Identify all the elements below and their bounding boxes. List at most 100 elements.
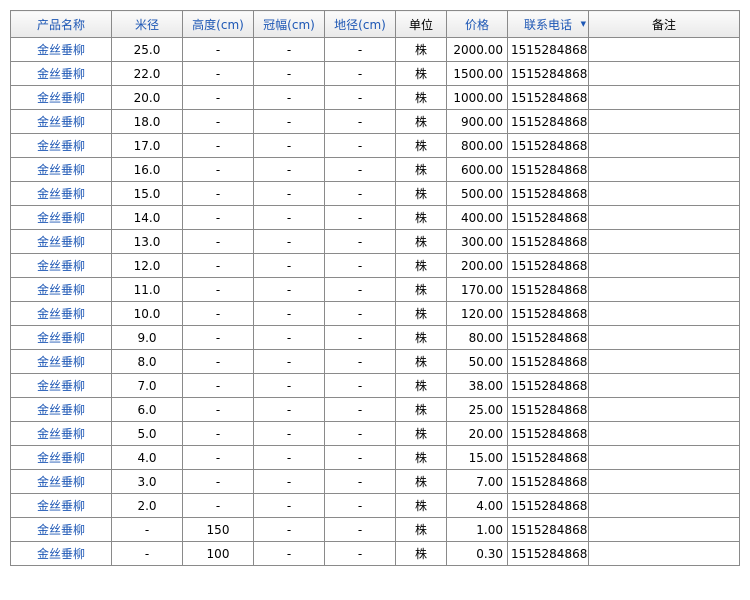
cell-diameter: 17.0 (111, 133, 183, 158)
price-table: 产品名称 米径 高度(cm) 冠幅(cm) 地径(cm) 单位 价格 联系电话 … (10, 10, 740, 566)
cell-crown: - (253, 541, 325, 566)
cell-price: 80.00 (446, 325, 508, 350)
cell-diameter: 6.0 (111, 397, 183, 422)
cell-product-name[interactable]: 金丝垂柳 (10, 109, 112, 134)
table-row: 金丝垂柳 10.0- - - 株 120.00 15152848688 (10, 301, 740, 326)
column-header-height[interactable]: 高度(cm) (182, 10, 254, 38)
cell-product-name[interactable]: 金丝垂柳 (10, 229, 112, 254)
cell-crown: - (253, 37, 325, 62)
cell-product-name[interactable]: 金丝垂柳 (10, 421, 112, 446)
cell-price: 900.00 (446, 109, 508, 134)
cell-phone: 15152848688 (507, 397, 589, 422)
cell-ground-diameter: - (324, 541, 396, 566)
table-row: 金丝垂柳 18.0- - - 株 900.00 15152848688 (10, 109, 740, 134)
cell-product-name[interactable]: 金丝垂柳 (10, 373, 112, 398)
cell-phone: 15152848688 (507, 205, 589, 230)
cell-product-name[interactable]: 金丝垂柳 (10, 301, 112, 326)
table-header-row: 产品名称 米径 高度(cm) 冠幅(cm) 地径(cm) 单位 价格 联系电话 … (10, 10, 740, 38)
cell-product-name[interactable]: 金丝垂柳 (10, 277, 112, 302)
cell-product-name[interactable]: 金丝垂柳 (10, 493, 112, 518)
cell-remark (588, 277, 740, 302)
cell-price: 300.00 (446, 229, 508, 254)
cell-diameter: 25.0 (111, 37, 183, 62)
cell-height: - (182, 277, 254, 302)
cell-diameter: 2.0 (111, 493, 183, 518)
cell-phone: 15152848688 (507, 349, 589, 374)
cell-product-name[interactable]: 金丝垂柳 (10, 397, 112, 422)
cell-product-name[interactable]: 金丝垂柳 (10, 37, 112, 62)
cell-crown: - (253, 325, 325, 350)
column-header-name[interactable]: 产品名称 (10, 10, 112, 38)
cell-product-name[interactable]: 金丝垂柳 (10, 181, 112, 206)
column-header-price[interactable]: 价格 (446, 10, 508, 38)
column-header-ground-diameter[interactable]: 地径(cm) (324, 10, 396, 38)
cell-product-name[interactable]: 金丝垂柳 (10, 517, 112, 542)
cell-unit: 株 (395, 37, 447, 62)
cell-unit: 株 (395, 349, 447, 374)
cell-ground-diameter: - (324, 37, 396, 62)
cell-diameter: - (111, 517, 183, 542)
cell-product-name[interactable]: 金丝垂柳 (10, 133, 112, 158)
sort-arrow-icon: ▼ (580, 20, 586, 28)
cell-diameter: 18.0 (111, 109, 183, 134)
cell-unit: 株 (395, 325, 447, 350)
cell-phone: 15152848688 (507, 109, 589, 134)
column-header-diameter[interactable]: 米径 (111, 10, 183, 38)
cell-unit: 株 (395, 421, 447, 446)
cell-unit: 株 (395, 229, 447, 254)
cell-height: - (182, 301, 254, 326)
cell-price: 120.00 (446, 301, 508, 326)
cell-product-name[interactable]: 金丝垂柳 (10, 469, 112, 494)
cell-height: - (182, 469, 254, 494)
cell-unit: 株 (395, 301, 447, 326)
cell-unit: 株 (395, 373, 447, 398)
cell-diameter: 15.0 (111, 181, 183, 206)
column-header-unit: 单位 (395, 10, 447, 38)
cell-height: - (182, 61, 254, 86)
cell-height: - (182, 397, 254, 422)
table-row: 金丝垂柳 12.0- - - 株 200.00 15152848688 (10, 253, 740, 278)
cell-remark (588, 109, 740, 134)
cell-diameter: - (111, 541, 183, 566)
cell-phone: 15152848688 (507, 277, 589, 302)
cell-product-name[interactable]: 金丝垂柳 (10, 157, 112, 182)
cell-remark (588, 421, 740, 446)
cell-product-name[interactable]: 金丝垂柳 (10, 445, 112, 470)
cell-phone: 15152848688 (507, 493, 589, 518)
cell-diameter: 11.0 (111, 277, 183, 302)
cell-phone: 15152848688 (507, 517, 589, 542)
cell-crown: - (253, 109, 325, 134)
cell-remark (588, 205, 740, 230)
cell-remark (588, 373, 740, 398)
cell-product-name[interactable]: 金丝垂柳 (10, 205, 112, 230)
cell-product-name[interactable]: 金丝垂柳 (10, 349, 112, 374)
cell-price: 7.00 (446, 469, 508, 494)
column-header-phone[interactable]: 联系电话 ▼ (507, 10, 589, 38)
cell-remark (588, 325, 740, 350)
cell-phone: 15152848688 (507, 157, 589, 182)
cell-diameter: 7.0 (111, 373, 183, 398)
cell-product-name[interactable]: 金丝垂柳 (10, 325, 112, 350)
cell-product-name[interactable]: 金丝垂柳 (10, 61, 112, 86)
cell-diameter: 14.0 (111, 205, 183, 230)
cell-remark (588, 445, 740, 470)
cell-ground-diameter: - (324, 229, 396, 254)
cell-remark (588, 469, 740, 494)
column-header-phone-label: 联系电话 (523, 17, 572, 32)
cell-height: - (182, 349, 254, 374)
cell-unit: 株 (395, 253, 447, 278)
cell-product-name[interactable]: 金丝垂柳 (10, 253, 112, 278)
cell-product-name[interactable]: 金丝垂柳 (10, 85, 112, 110)
cell-price: 4.00 (446, 493, 508, 518)
cell-ground-diameter: - (324, 157, 396, 182)
cell-product-name[interactable]: 金丝垂柳 (10, 541, 112, 566)
cell-height: - (182, 157, 254, 182)
table-row: 金丝垂柳 -100- - 株 0.30 15152848688 (10, 541, 740, 566)
cell-height: 100 (182, 541, 254, 566)
table-row: 金丝垂柳 6.0- - - 株 25.00 15152848688 (10, 397, 740, 422)
cell-price: 2000.00 (446, 37, 508, 62)
cell-price: 600.00 (446, 157, 508, 182)
table-row: 金丝垂柳 -150- - 株 1.00 15152848688 (10, 517, 740, 542)
column-header-crown[interactable]: 冠幅(cm) (253, 10, 325, 38)
cell-height: - (182, 229, 254, 254)
